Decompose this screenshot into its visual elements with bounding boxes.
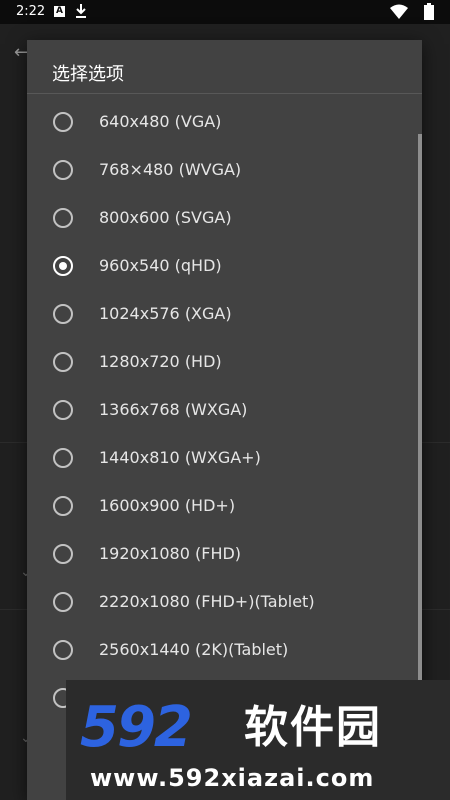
option-label: 2220x1080 (FHD+)(Tablet) (99, 592, 315, 611)
option-label: 768×480 (WVGA) (99, 160, 242, 179)
option-label: 1920x1080 (FHD) (99, 544, 242, 563)
option-label: 800x600 (SVGA) (99, 208, 232, 227)
option-item[interactable]: 1600x900 (HD+) (27, 482, 422, 530)
wifi-icon (390, 4, 408, 19)
option-label: 640x480 (VGA) (99, 112, 222, 131)
option-label: 960x540 (qHD) (99, 256, 222, 275)
scrollbar-thumb[interactable] (418, 134, 422, 724)
watermark-logo: 592 (80, 695, 193, 760)
option-label: 1600x900 (HD+) (99, 496, 236, 515)
option-label: 2560x1440 (2K)(Tablet) (99, 640, 289, 659)
option-item[interactable]: 1024x576 (XGA) (27, 290, 422, 338)
screen: 2:22 A ← ⌄ ⌄ 选择选项 640x480 (VGA) 768×480 (… (0, 0, 450, 800)
option-item[interactable]: 1440x810 (WXGA+) (27, 434, 422, 482)
radio-checked-icon[interactable] (53, 256, 73, 276)
dialog-title-divider (27, 93, 422, 94)
option-item[interactable]: 960x540 (qHD) (27, 242, 422, 290)
option-item[interactable]: 2220x1080 (FHD+)(Tablet) (27, 578, 422, 626)
option-item[interactable]: 1366x768 (WXGA) (27, 386, 422, 434)
option-item[interactable]: 2560x1440 (2K)(Tablet) (27, 626, 422, 674)
option-label: 1366x768 (WXGA) (99, 400, 248, 419)
a-icon: A (54, 6, 65, 17)
radio-dot-icon (59, 262, 67, 270)
watermark-url: www.592xiazai.com (90, 764, 375, 792)
radio-unchecked-icon[interactable] (53, 208, 73, 228)
watermark: 592 软件园 www.592xiazai.com (66, 680, 450, 800)
option-item[interactable]: 800x600 (SVGA) (27, 194, 422, 242)
radio-unchecked-icon[interactable] (53, 496, 73, 516)
radio-unchecked-icon[interactable] (53, 592, 73, 612)
radio-unchecked-icon[interactable] (53, 400, 73, 420)
watermark-brand: 软件园 (244, 702, 382, 753)
radio-unchecked-icon[interactable] (53, 544, 73, 564)
option-label: 1280x720 (HD) (99, 352, 222, 371)
radio-unchecked-icon[interactable] (53, 352, 73, 372)
radio-unchecked-icon[interactable] (53, 640, 73, 660)
status-bar: 2:22 A (0, 0, 450, 24)
option-item[interactable]: 768×480 (WVGA) (27, 146, 422, 194)
radio-unchecked-icon[interactable] (53, 304, 73, 324)
option-item[interactable]: 1920x1080 (FHD) (27, 530, 422, 578)
download-icon (76, 4, 86, 18)
options-list: 640x480 (VGA) 768×480 (WVGA) 800x600 (SVGA… (27, 98, 422, 722)
status-time: 2:22 (16, 4, 46, 19)
radio-unchecked-icon[interactable] (53, 448, 73, 468)
radio-unchecked-icon[interactable] (53, 160, 73, 180)
option-item[interactable]: 640x480 (VGA) (27, 98, 422, 146)
option-label: 1440x810 (WXGA+) (99, 448, 261, 467)
dialog-title: 选择选项 (52, 64, 124, 85)
battery-icon (424, 3, 434, 20)
option-item[interactable]: 1280x720 (HD) (27, 338, 422, 386)
option-label: 1024x576 (XGA) (99, 304, 232, 323)
radio-unchecked-icon[interactable] (53, 112, 73, 132)
